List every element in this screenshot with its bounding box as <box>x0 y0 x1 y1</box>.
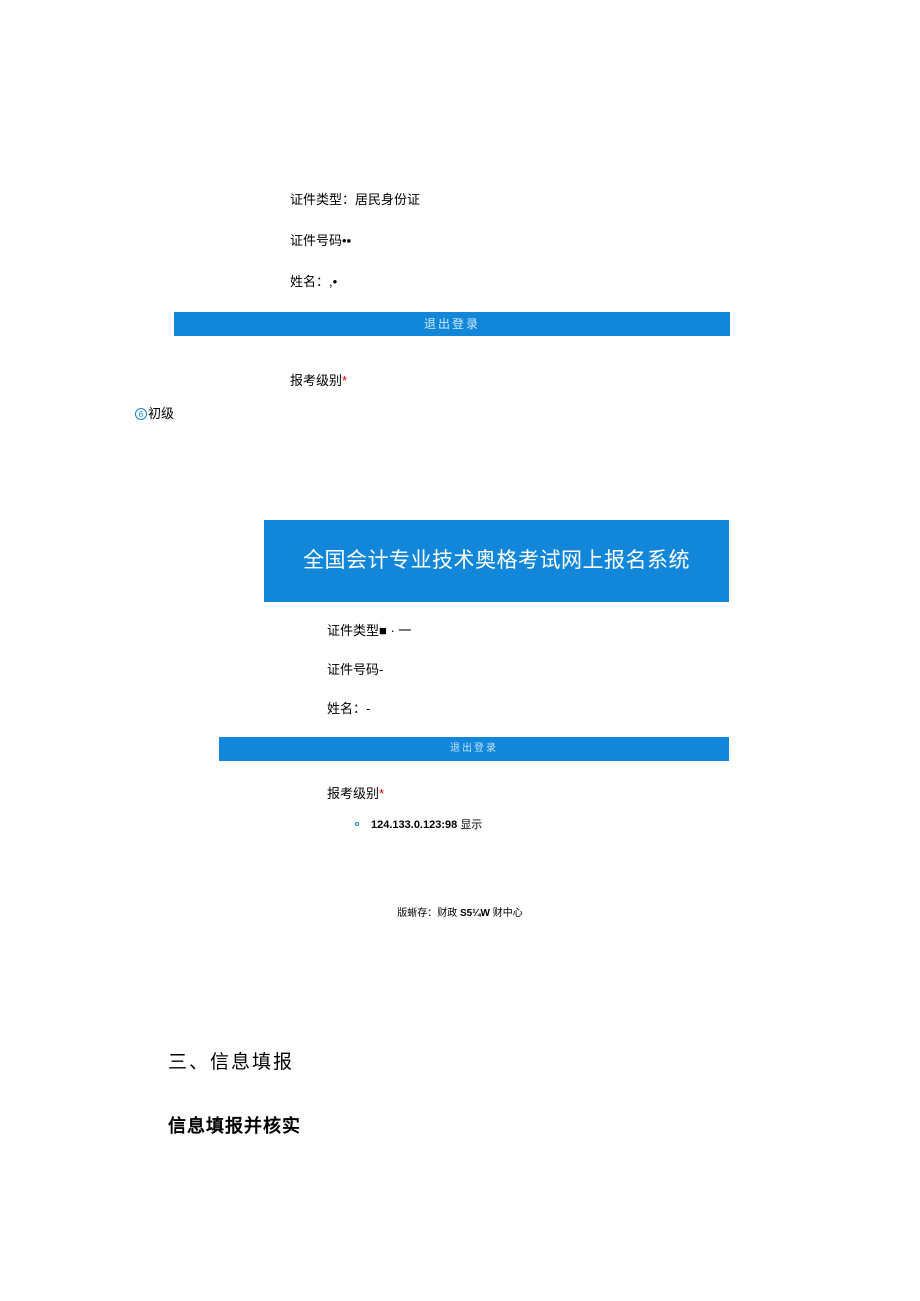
banner-text: 全国会计专业技术奥格考试网上报名系统 <box>303 549 690 572</box>
section-heading-3-text: 三、信息填报 <box>168 1052 294 1073</box>
name-label-2: 姓名： <box>327 701 366 716</box>
exam-level-option-1[interactable]: 6初级 <box>0 403 920 422</box>
section-heading-3: 三、信息填报 <box>0 1047 920 1074</box>
id-number-row-2: 证件号码- <box>327 659 920 678</box>
id-number-label: 证件号码•▪ <box>290 233 351 248</box>
user-info-block-1: 证件类型：居民身份证 证件号码•▪ 姓名：,• <box>0 190 920 292</box>
id-type-label-2: 证件类型■ · 一 <box>327 623 411 638</box>
id-type-row: 证件类型：居民身份证 <box>290 190 920 211</box>
section-subheading: 信息填报并核实 <box>0 1112 920 1138</box>
section-subheading-text: 信息填报并核实 <box>168 1116 301 1136</box>
user-info-block-2: 证件类型■ · 一 证件号码- 姓名：- <box>0 620 920 717</box>
radio-icon-small <box>355 822 359 826</box>
required-marker-2: * <box>379 786 384 801</box>
footer-bold: S5¼W <box>460 908 490 919</box>
logout-button-2[interactable]: 退出登录 <box>219 737 729 761</box>
id-type-value: 居民身份证 <box>355 192 420 207</box>
ip-display-row: 124.133.0.123:98 显示 <box>0 816 920 832</box>
level-value-text: 初级 <box>148 406 174 421</box>
id-type-label: 证件类型： <box>290 192 355 207</box>
name-value-2: - <box>366 701 370 716</box>
footer-label: 版蜥存：财政 <box>397 908 460 919</box>
exam-level-block-1: 报考级别* <box>0 370 920 389</box>
id-number-row: 证件号码•▪ <box>290 231 920 252</box>
system-banner: 全国会计专业技术奥格考试网上报名系统 <box>264 520 729 602</box>
logout-label: 退出登录 <box>424 317 480 331</box>
id-type-row-2: 证件类型■ · 一 <box>327 620 920 639</box>
name-label: 姓名： <box>290 274 329 289</box>
name-row: 姓名：,• <box>290 272 920 293</box>
exam-level-label: 报考级别* <box>290 373 347 388</box>
logout-label-2: 退出登录 <box>450 743 498 754</box>
name-value: ,• <box>329 274 337 289</box>
footer-tail: 财中心 <box>490 908 523 919</box>
exam-level-label-text: 报考级别 <box>290 373 342 388</box>
footer-copyright: 版蜥存：财政 S5¼W 财中心 <box>0 904 920 919</box>
ip-address: 124.133.0.123:98 <box>371 819 460 831</box>
radio-icon: 6 <box>135 408 147 420</box>
id-number-label-2: 证件号码- <box>327 662 383 677</box>
exam-level-label-text-2: 报考级别 <box>327 786 379 801</box>
exam-level-label-2: 报考级别* <box>327 786 384 801</box>
required-marker: * <box>342 373 347 388</box>
exam-level-block-2: 报考级别* <box>0 783 920 802</box>
name-row-2: 姓名：- <box>327 698 920 717</box>
logout-button-1[interactable]: 退出登录 <box>174 312 730 336</box>
ip-display-text: 显示 <box>460 819 482 831</box>
